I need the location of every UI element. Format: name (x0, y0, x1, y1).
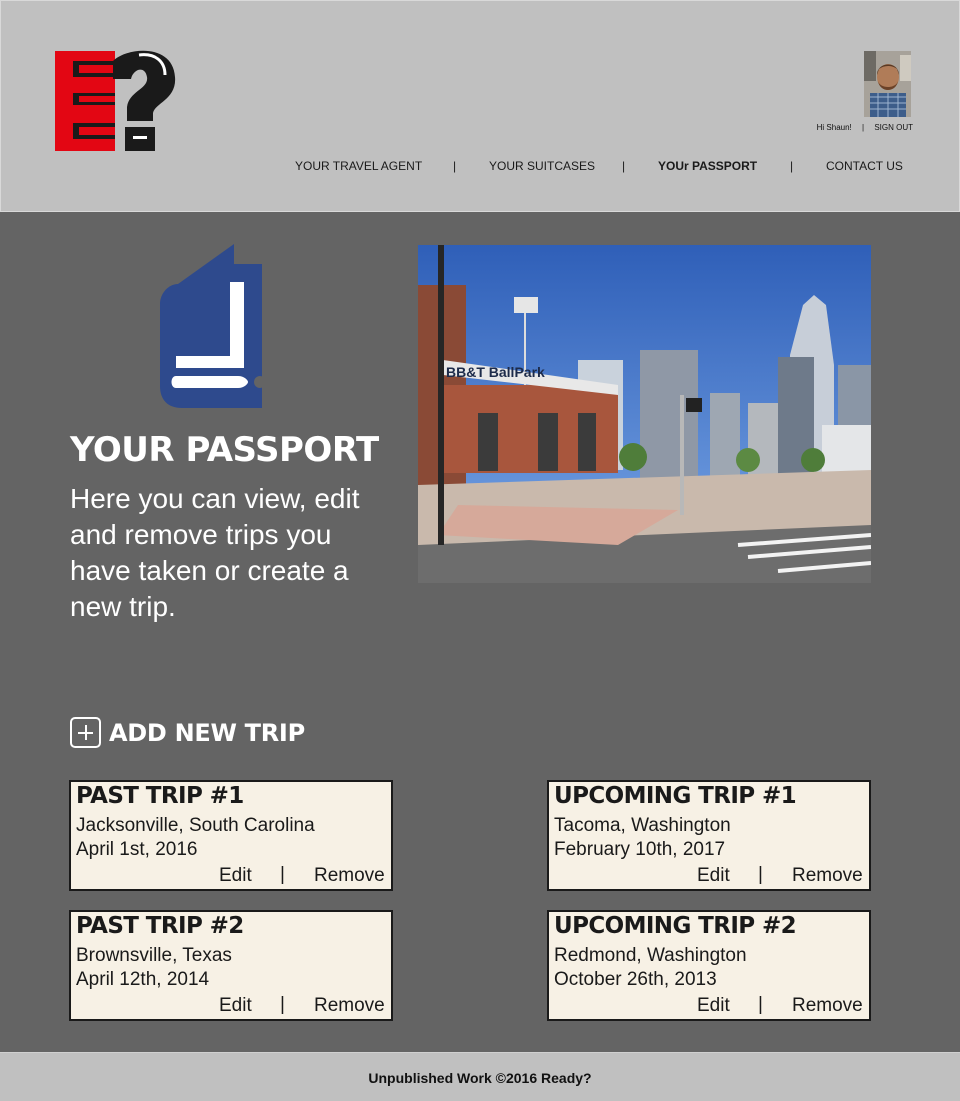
main-nav: YOUR TRAVEL AGENT | YOUR SUITCASES | YOU… (1, 159, 960, 175)
user-avatar[interactable] (864, 51, 911, 117)
sign-out-link[interactable]: SIGN OUT (874, 123, 913, 132)
action-separator: | (280, 994, 285, 1015)
remove-trip-link[interactable]: Remove (792, 995, 863, 1017)
user-menu: Hi Shaun! | SIGN OUT (801, 123, 913, 132)
hero-photo: BB&T BallPark (418, 245, 871, 583)
trip-date: April 1st, 2016 (76, 839, 198, 860)
trip-location: Brownsville, Texas (76, 945, 232, 966)
trip-title: PAST TRIP #1 (76, 783, 244, 809)
site-logo[interactable] (55, 47, 177, 153)
trip-location: Jacksonville, South Carolina (76, 815, 315, 836)
nav-item-suitcases[interactable]: YOUR SUITCASES (489, 159, 595, 173)
user-greeting: Hi Shaun! (816, 123, 852, 132)
page-title: YOUR PASSPORT (70, 430, 379, 470)
trip-location: Tacoma, Washington (554, 815, 731, 836)
nav-item-contact-us[interactable]: CONTACT US (826, 159, 903, 173)
trip-location: Redmond, Washington (554, 945, 747, 966)
add-new-trip-label: ADD NEW TRIP (109, 718, 305, 747)
trip-title: UPCOMING TRIP #2 (554, 913, 797, 939)
edit-trip-link[interactable]: Edit (219, 865, 252, 887)
page-description: Here you can view, edit and remove trips… (70, 483, 360, 622)
trip-date: October 26th, 2013 (554, 969, 717, 990)
remove-trip-link[interactable]: Remove (792, 865, 863, 887)
nav-item-passport[interactable]: YOUr PASSPORT (658, 159, 757, 173)
remove-trip-link[interactable]: Remove (314, 865, 385, 887)
footer-copyright: Unpublished Work ©2016 Ready? (368, 1070, 592, 1086)
action-separator: | (280, 864, 285, 885)
action-separator: | (758, 864, 763, 885)
past-trip-card: PAST TRIP #2 Brownsville, Texas April 12… (69, 910, 393, 1021)
user-menu-separator: | (862, 123, 865, 132)
add-new-trip-button[interactable]: ADD NEW TRIP (70, 717, 305, 748)
site-header: Hi Shaun! | SIGN OUT YOUR TRAVEL AGENT |… (0, 0, 960, 212)
trip-title: UPCOMING TRIP #1 (554, 783, 797, 809)
upcoming-trip-card: UPCOMING TRIP #2 Redmond, Washington Oct… (547, 910, 871, 1021)
action-separator: | (758, 994, 763, 1015)
plus-box-icon (70, 717, 101, 748)
site-footer: Unpublished Work ©2016 Ready? (0, 1052, 960, 1101)
nav-separator: | (622, 159, 626, 173)
nav-separator: | (790, 159, 794, 173)
edit-trip-link[interactable]: Edit (697, 865, 730, 887)
remove-trip-link[interactable]: Remove (314, 995, 385, 1017)
edit-trip-link[interactable]: Edit (219, 995, 252, 1017)
passport-book-icon (160, 244, 264, 408)
upcoming-trip-card: UPCOMING TRIP #1 Tacoma, Washington Febr… (547, 780, 871, 891)
trip-date: February 10th, 2017 (554, 839, 726, 860)
trip-date: April 12th, 2014 (76, 969, 210, 990)
nav-separator: | (453, 159, 457, 173)
trip-title: PAST TRIP #2 (76, 913, 244, 939)
past-trip-card: PAST TRIP #1 Jacksonville, South Carolin… (69, 780, 393, 891)
nav-item-travel-agent[interactable]: YOUR TRAVEL AGENT (295, 159, 422, 173)
ballpark-sign-text: BB&T BallPark (446, 364, 545, 380)
edit-trip-link[interactable]: Edit (697, 995, 730, 1017)
